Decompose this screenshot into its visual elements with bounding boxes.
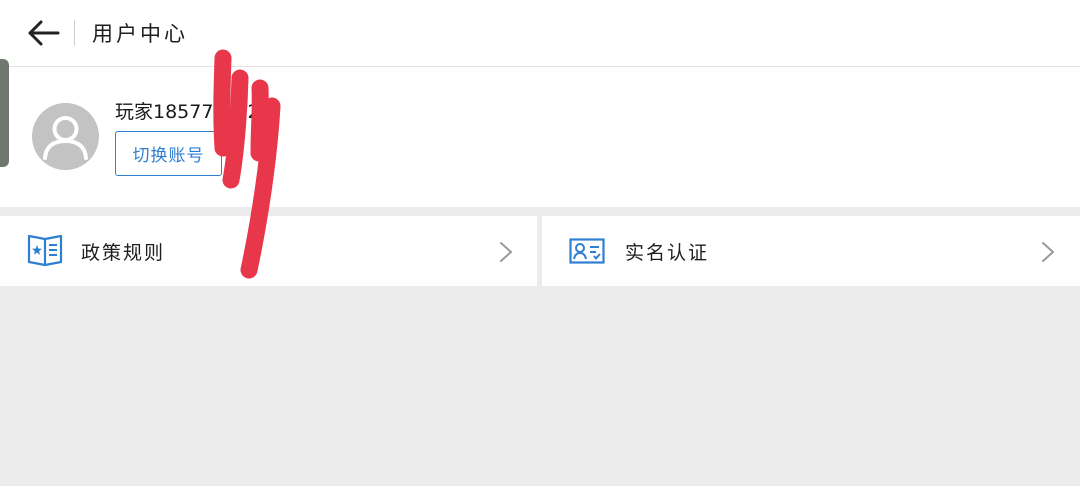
- app-header: 用户中心: [0, 0, 1080, 67]
- header-divider: [74, 20, 75, 46]
- username: 玩家18577 2: [115, 97, 260, 124]
- menu-item-policy[interactable]: 政策规则: [0, 216, 537, 286]
- menu-item-label: 政策规则: [81, 242, 166, 264]
- avatar: [32, 103, 99, 170]
- profile-card: 玩家18577 2 切换账号: [0, 67, 1080, 207]
- chevron-right-icon: [500, 242, 512, 262]
- menu-item-label: 实名认证: [625, 242, 710, 264]
- user-silhouette-icon: [43, 116, 88, 160]
- username-tail: 2: [247, 101, 260, 123]
- back-arrow-icon: [28, 20, 60, 46]
- switch-account-button[interactable]: 切换账号: [115, 131, 222, 176]
- back-button[interactable]: [22, 14, 64, 52]
- username-text: 玩家18577: [115, 101, 214, 123]
- menu-row: 政策规则 实名认证: [0, 216, 1080, 286]
- policy-book-icon: [27, 234, 63, 267]
- menu-item-real-name[interactable]: 实名认证: [542, 216, 1080, 286]
- chevron-right-icon: [1042, 242, 1054, 262]
- edge-handle[interactable]: [0, 59, 9, 167]
- page-title: 用户中心: [92, 22, 188, 46]
- id-card-icon: [569, 238, 605, 264]
